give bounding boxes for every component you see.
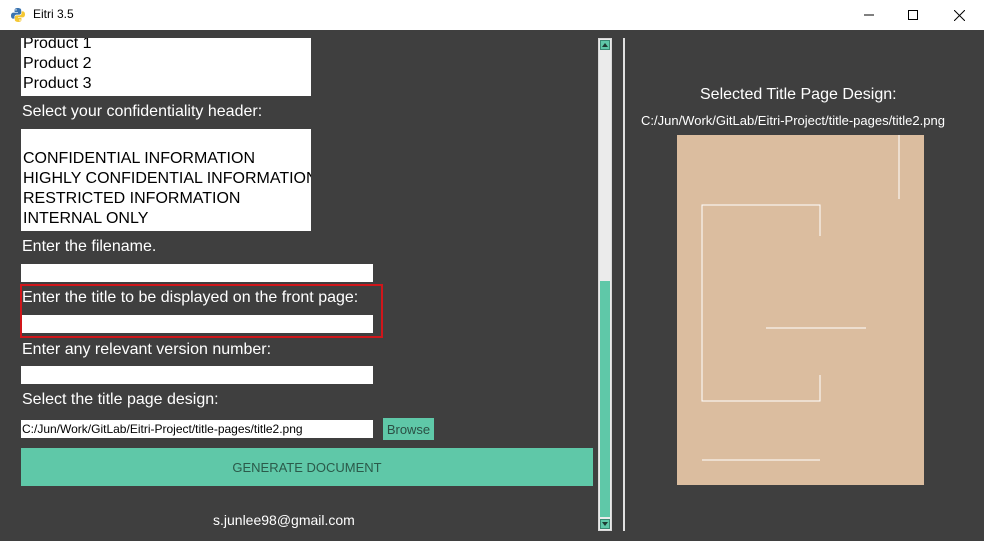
scroll-thumb[interactable] — [600, 281, 610, 517]
close-button[interactable] — [936, 0, 982, 30]
window-title: Eitri 3.5 — [33, 7, 74, 21]
filename-label: Enter the filename. — [22, 238, 157, 255]
minimize-button[interactable] — [846, 0, 892, 30]
confidentiality-label: Select your confidentiality header: — [22, 103, 263, 120]
design-label: Select the title page design: — [22, 391, 219, 408]
list-item[interactable]: RESTRICTED INFORMATION — [21, 189, 311, 209]
contact-email: s.junlee98@gmail.com — [213, 512, 355, 528]
panel-divider — [623, 38, 625, 531]
arrow-up-icon — [602, 43, 608, 47]
browse-button[interactable]: Browse — [383, 418, 434, 440]
list-item[interactable] — [21, 129, 311, 149]
arrow-down-icon — [602, 522, 608, 526]
maximize-button[interactable] — [890, 0, 936, 30]
scroll-down-button[interactable] — [600, 519, 610, 529]
version-input[interactable] — [21, 366, 373, 384]
focus-highlight-box — [20, 284, 383, 338]
confidentiality-listbox[interactable]: CONFIDENTIAL INFORMATION HIGHLY CONFIDEN… — [21, 129, 311, 231]
generate-document-button[interactable]: GENERATE DOCUMENT — [21, 448, 593, 486]
preview-path: C:/Jun/Work/GitLab/Eitri-Project/title-p… — [641, 113, 945, 128]
maximize-icon — [908, 10, 918, 20]
list-item[interactable]: CONFIDENTIAL INFORMATION — [21, 149, 311, 169]
title-bar: Eitri 3.5 — [0, 0, 984, 30]
filename-input[interactable] — [21, 264, 373, 282]
list-item[interactable]: Product 1 — [21, 38, 311, 54]
product-listbox[interactable]: Product 1 Product 2 Product 3 — [21, 38, 311, 96]
title-page-preview-image — [677, 135, 924, 485]
list-item[interactable]: HIGHLY CONFIDENTIAL INFORMATION — [21, 169, 311, 189]
preview-heading: Selected Title Page Design: — [700, 86, 897, 103]
list-item[interactable]: INTERNAL ONLY — [21, 209, 311, 229]
list-item[interactable]: Product 3 — [21, 74, 311, 94]
vertical-scrollbar[interactable] — [598, 38, 612, 531]
minimize-icon — [864, 14, 874, 16]
scroll-up-button[interactable] — [600, 40, 610, 50]
design-path-input[interactable]: C:/Jun/Work/GitLab/Eitri-Project/title-p… — [21, 420, 373, 438]
list-item[interactable]: Product 2 — [21, 54, 311, 74]
title-page-design-graphic — [701, 135, 900, 461]
python-icon — [11, 8, 25, 22]
close-icon — [953, 9, 965, 21]
version-label: Enter any relevant version number: — [22, 341, 272, 358]
